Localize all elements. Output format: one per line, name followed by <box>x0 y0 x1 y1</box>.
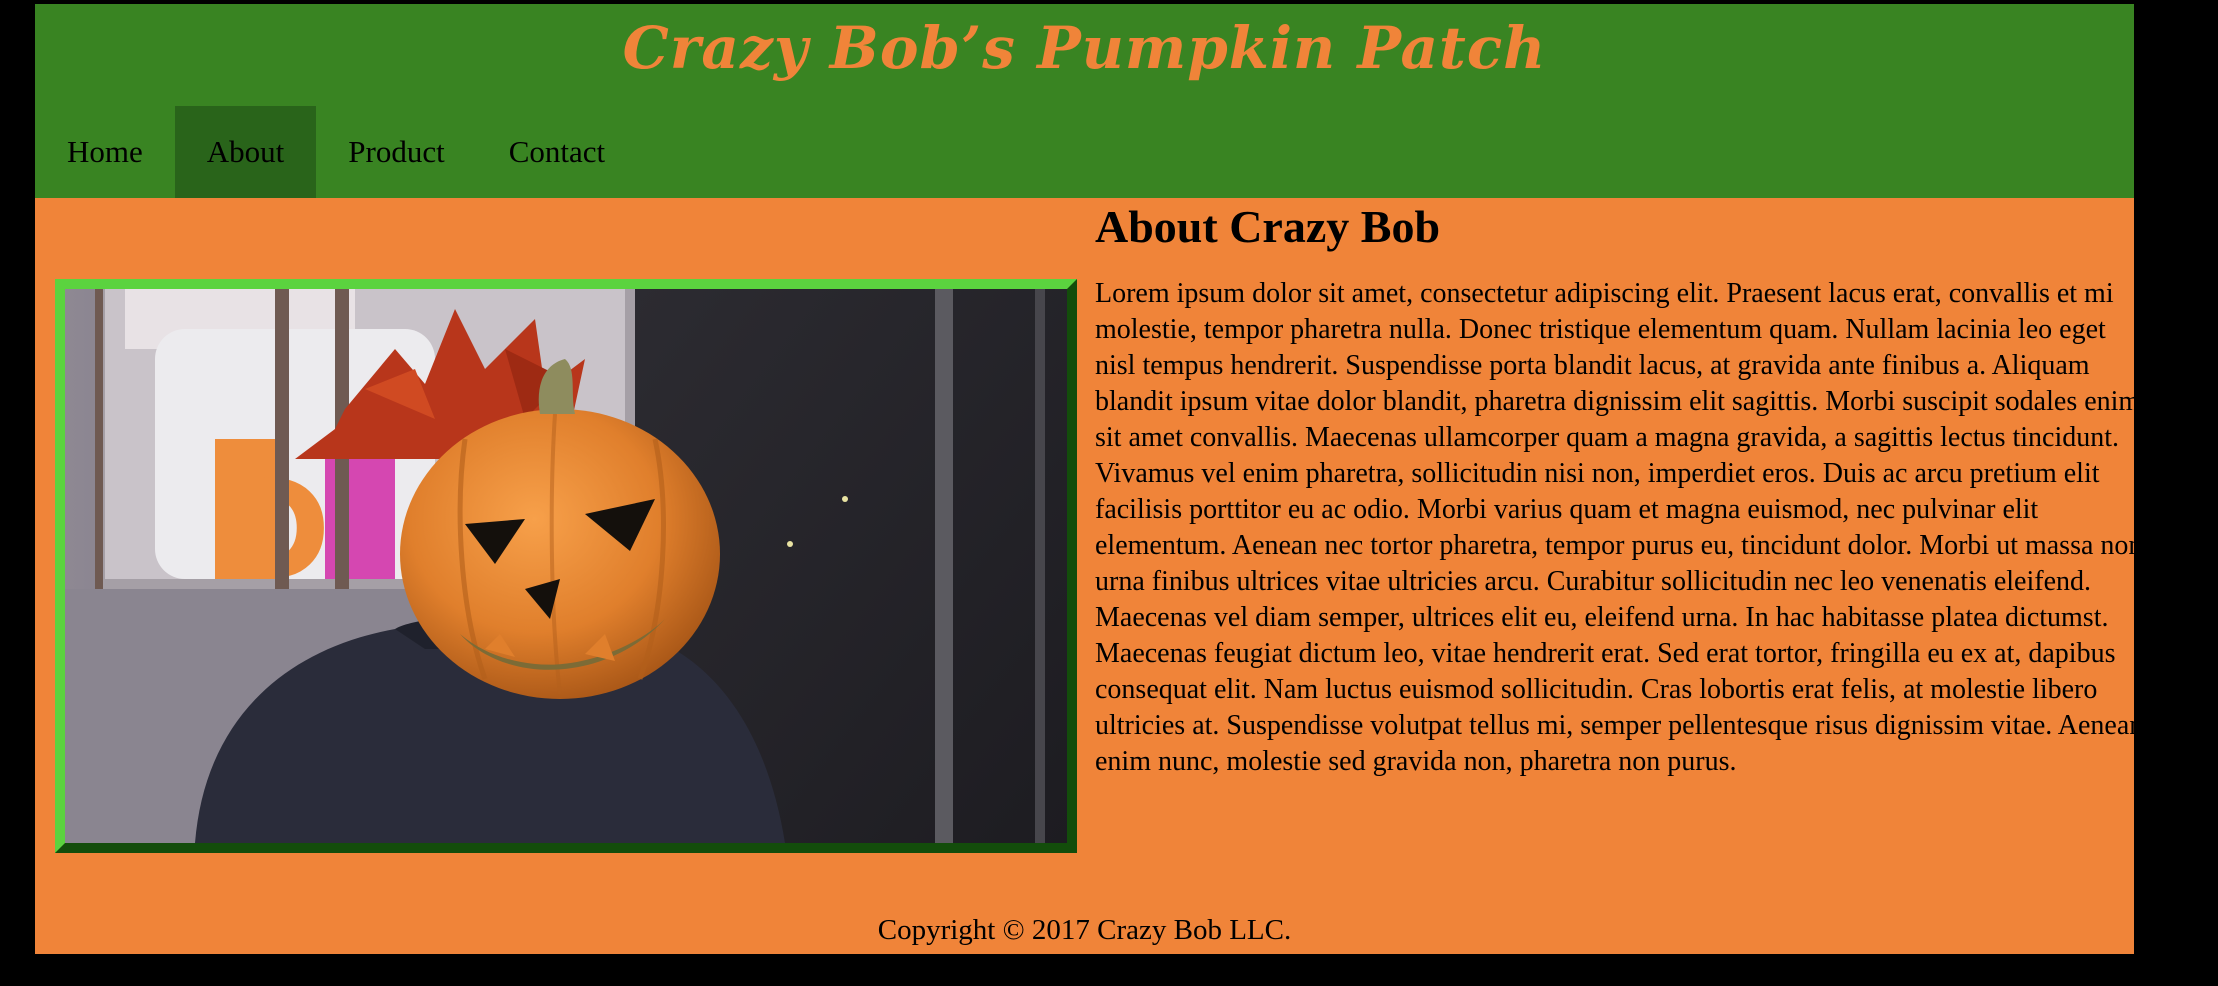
about-body-text: Lorem ipsum dolor sit amet, consectetur … <box>1095 278 2144 777</box>
about-heading: About Crazy Bob <box>1095 201 1441 252</box>
nav-item-home[interactable]: Home <box>35 106 175 198</box>
nav-item-about[interactable]: About <box>174 106 317 198</box>
footer-copyright: Copyright © 2017 Crazy Bob LLC. <box>877 914 1292 946</box>
nav-item-contact[interactable]: Contact <box>477 106 637 198</box>
nav-item-product[interactable]: Product <box>316 106 476 198</box>
about-photo: D <box>55 279 1077 853</box>
poster-letter-d: D <box>215 450 331 613</box>
page-frame: Crazy Bob’s Pumpkin Patch Home About Pro… <box>35 4 2143 954</box>
site-title: Crazy Bob’s Pumpkin Patch <box>622 14 1547 82</box>
pumpkin-head-photo: D <box>65 289 1067 843</box>
main-nav: Home About Product Contact <box>35 106 637 198</box>
site-header: Crazy Bob’s Pumpkin Patch Home About Pro… <box>35 4 2134 198</box>
